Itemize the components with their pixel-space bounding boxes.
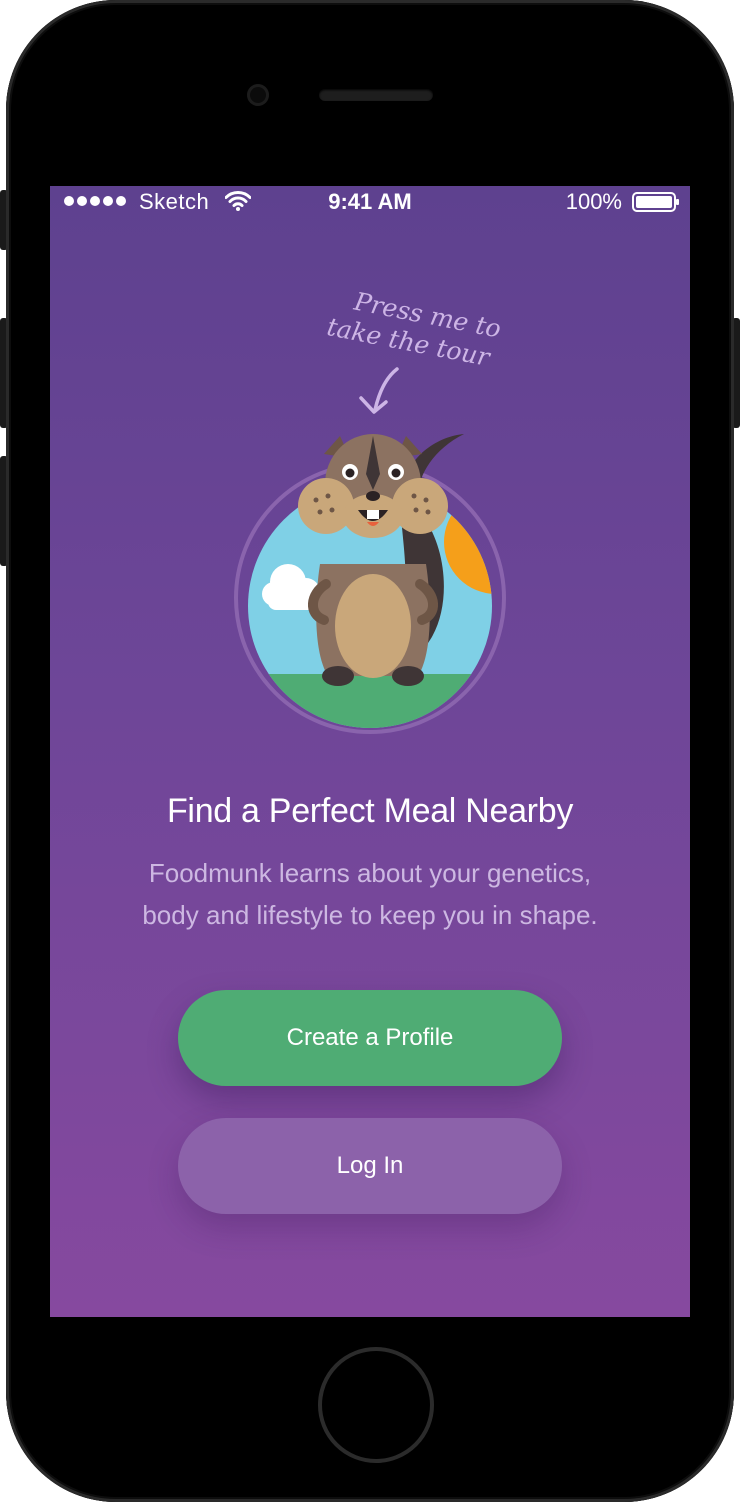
app-screen: Sketch 9:41 AM 100% Press me to take the…: [50, 186, 690, 1317]
login-button[interactable]: Log In: [178, 1118, 562, 1214]
page-title: Find a Perfect Meal Nearby: [166, 792, 574, 830]
create-profile-button[interactable]: Create a Profile: [178, 990, 562, 1086]
page-description: Foodmunk learns about your genetics, bod…: [90, 852, 650, 936]
description-line2: body and lifestyle to keep you in shape.: [142, 900, 598, 930]
earpiece-speaker: [319, 89, 433, 101]
arrow-down-icon: [359, 367, 399, 414]
description-line1: Foodmunk learns about your genetics,: [148, 858, 592, 888]
home-button[interactable]: [318, 1347, 434, 1463]
battery-percentage: 100%: [565, 189, 622, 214]
battery-icon: [632, 192, 679, 212]
chipmunk-mascot-icon[interactable]: [228, 414, 518, 744]
status-bar: Sketch 9:41 AM 100%: [50, 186, 690, 218]
front-camera: [247, 84, 269, 106]
